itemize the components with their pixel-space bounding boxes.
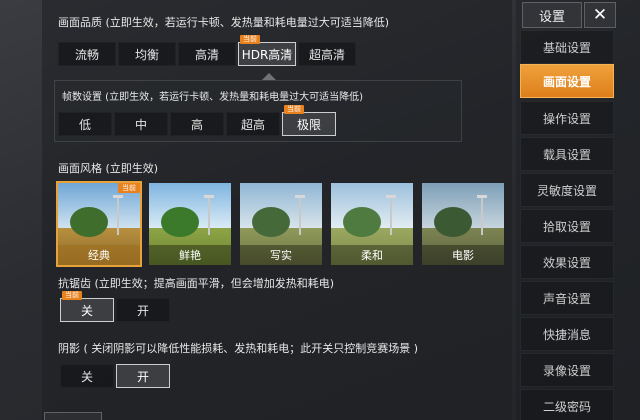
shadow-off-button[interactable]: 关: [60, 364, 114, 388]
shadow-off-label: 关: [80, 369, 93, 384]
framerate-option-label: 中: [134, 117, 147, 132]
tower-image: [299, 195, 301, 235]
sidebar-item-sound[interactable]: 声音设置: [520, 281, 614, 315]
shadow-on-button[interactable]: 开: [116, 364, 170, 388]
framerate-title: 帧数设置 (立即生效，若运行卡顿、发热量和耗电量过大可适当降低): [62, 92, 363, 103]
style-option-realistic[interactable]: 写实: [240, 183, 322, 265]
tree-image: [434, 207, 472, 237]
style-label: 鲜艳: [149, 245, 231, 265]
sidebar-item-sensitivity[interactable]: 灵敏度设置: [520, 173, 614, 207]
close-button[interactable]: ✕: [584, 2, 616, 28]
quality-option-label: 流畅: [74, 47, 99, 62]
style-option-vivid[interactable]: 鲜艳: [149, 183, 231, 265]
quality-option-label: 高清: [194, 47, 219, 62]
sidebar-item-secondary-password[interactable]: 二级密码: [520, 389, 614, 420]
tower-top-image: [295, 195, 305, 198]
shadow-title: 阴影 ( 关闭阴影可以降低性能损耗、发热和耗电；此开关只控制竞赛场景 ): [58, 342, 419, 355]
antialias-toggle: 当前 关 开: [60, 291, 170, 322]
tower-top-image: [477, 195, 487, 198]
style-option-soft[interactable]: 柔和: [331, 183, 413, 265]
tower-image: [208, 195, 210, 235]
current-tag: 当前: [240, 35, 260, 44]
tower-image: [481, 195, 483, 235]
quality-option-balanced[interactable]: 均衡: [118, 42, 176, 66]
style-options: 当前 经典 鲜艳 写实 柔和 电影: [56, 181, 504, 267]
tower-image: [117, 195, 119, 235]
style-option-cinematic[interactable]: 电影: [422, 183, 504, 265]
sidebar-item-replay[interactable]: 录像设置: [520, 353, 614, 387]
tree-image: [343, 207, 381, 237]
shadow-toggle: 关 开: [60, 364, 170, 388]
tower-top-image: [386, 195, 396, 198]
shadow-on-label: 开: [136, 369, 149, 384]
antialias-on-button[interactable]: 开: [116, 298, 170, 322]
style-label: 写实: [240, 245, 322, 265]
tower-top-image: [204, 195, 214, 198]
current-tag: 当前: [118, 183, 140, 193]
framerate-option-label: 低: [78, 117, 91, 132]
sidebar-item-basic[interactable]: 基础设置: [520, 30, 614, 64]
antialias-off-button[interactable]: 当前 关: [60, 291, 114, 322]
framerate-option-extreme[interactable]: 当前 极限: [282, 105, 336, 136]
framerate-options: 低 中 高 超高 当前 极限: [58, 105, 336, 136]
quality-option-label: 超高清: [308, 47, 345, 62]
style-title: 画面风格 (立即生效): [58, 162, 159, 175]
antialias-title: 抗锯齿 (立即生效；提高画面平滑，但会增加发热和耗电): [58, 277, 335, 290]
framerate-option-label: 高: [190, 117, 203, 132]
sidebar-item-quick-message[interactable]: 快捷消息: [520, 317, 614, 351]
framerate-option-high[interactable]: 高: [170, 112, 224, 136]
quality-option-label: 均衡: [134, 47, 159, 62]
framerate-option-label: 极限: [296, 117, 321, 132]
style-option-classic[interactable]: 当前 经典: [56, 181, 142, 267]
sidebar-item-effects[interactable]: 效果设置: [520, 245, 614, 279]
bottom-button[interactable]: [44, 412, 102, 420]
antialias-off-label: 关: [80, 303, 93, 318]
quality-option-hd[interactable]: 高清: [178, 42, 236, 66]
current-tag: 当前: [284, 105, 304, 114]
framerate-option-ultra[interactable]: 超高: [226, 112, 280, 136]
quality-title: 画面品质 (立即生效，若运行卡顿、发热量和耗电量过大可适当降低): [58, 16, 390, 29]
quality-option-hdr[interactable]: 当前 HDR高清: [238, 35, 296, 66]
sidebar-item-pickup[interactable]: 拾取设置: [520, 209, 614, 243]
style-label: 柔和: [331, 245, 413, 265]
current-tag: 当前: [62, 291, 82, 300]
quality-option-uhd[interactable]: 超高清: [298, 42, 356, 66]
tree-image: [161, 207, 199, 237]
tree-image: [70, 207, 108, 237]
tower-top-image: [113, 195, 123, 198]
style-label: 经典: [58, 245, 140, 265]
quality-option-label: HDR高清: [241, 47, 293, 62]
close-icon: ✕: [592, 5, 608, 25]
antialias-on-label: 开: [136, 303, 149, 318]
settings-title: 设置: [522, 2, 582, 28]
style-label: 电影: [422, 245, 504, 265]
framerate-option-low[interactable]: 低: [58, 112, 112, 136]
sidebar-item-vehicle[interactable]: 载具设置: [520, 137, 614, 171]
sidebar-item-controls[interactable]: 操作设置: [520, 101, 614, 135]
quality-caret: [262, 73, 276, 80]
quality-option-smooth[interactable]: 流畅: [58, 42, 116, 66]
tower-image: [390, 195, 392, 235]
tree-image: [252, 207, 290, 237]
quality-options: 流畅 均衡 高清 当前 HDR高清 超高清: [58, 35, 356, 66]
sidebar-item-graphics[interactable]: 画面设置: [520, 64, 614, 98]
framerate-option-label: 超高: [240, 117, 265, 132]
framerate-option-mid[interactable]: 中: [114, 112, 168, 136]
